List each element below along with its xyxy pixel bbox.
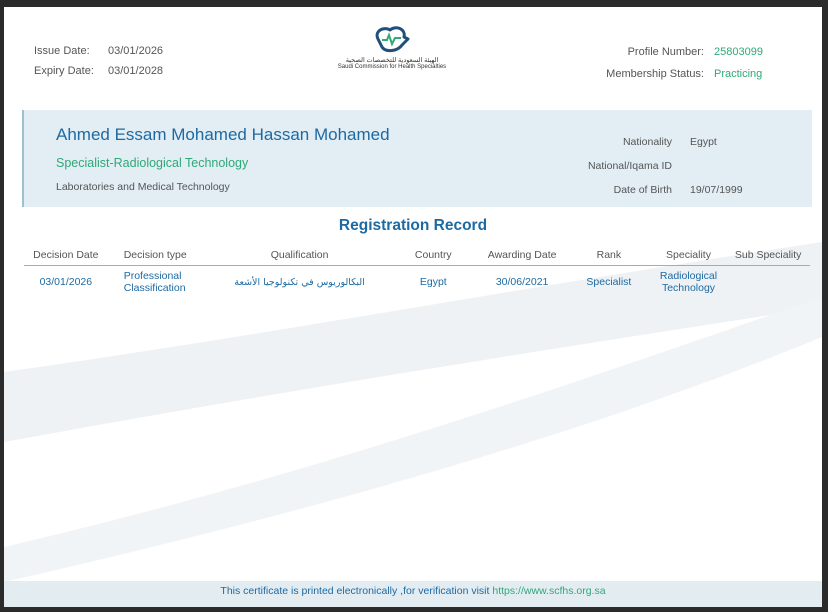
membership-status-label: Membership Status: (606, 68, 704, 80)
profile-number-value: 25803099 (714, 46, 763, 58)
table-header-row: Decision Date Decision type Qualificatio… (24, 245, 810, 266)
column-header: Qualification (209, 245, 390, 266)
personal-info: Nationality Egypt National/Iqama ID Date… (552, 130, 752, 202)
nationality-label: Nationality (622, 136, 672, 148)
country-cell: Egypt (419, 276, 447, 289)
scfhs-logo-icon (375, 26, 410, 53)
dob-label: Date of Birth (613, 184, 672, 196)
column-header: Country (389, 245, 478, 266)
holder-name: Ahmed Essam Mohamed Hassan Mohamed (56, 125, 390, 144)
profile-meta-block: Profile Number: 25803099 Membership Stat… (606, 41, 774, 85)
column-header: Sub Speciality (726, 245, 810, 266)
profile-panel: Ahmed Essam Mohamed Hassan Mohamed Speci… (22, 110, 812, 207)
logo-english-text: Saudi Commission for Health Specialties (337, 64, 447, 70)
table-row: 03/01/2026 Professional Classification ا… (24, 265, 810, 299)
column-header: Decision Date (24, 245, 108, 266)
registration-title: Registration Record (338, 217, 488, 234)
awarding-date-cell: 30/06/2021 (495, 276, 549, 289)
dob-value: 19/07/1999 (690, 184, 743, 196)
column-header: Decision type (107, 245, 210, 266)
column-header: Speciality (650, 245, 727, 266)
footer: This certificate is printed electronical… (4, 581, 822, 607)
column-header: Awarding Date (477, 245, 568, 266)
rank-cell: Specialist (586, 276, 632, 289)
logo-arabic-text: الهيئة السعودية للتخصصات الصحية (345, 57, 439, 64)
scfhs-logo: الهيئة السعودية للتخصصات الصحية Saudi Co… (327, 25, 457, 87)
speciality-cell: Radiological Technology (659, 270, 718, 295)
qualification-cell: البكالوريوس في تكنولوجيا الأشعة (234, 276, 365, 288)
holder-department: Laboratories and Medical Technology (56, 181, 230, 193)
national-id-label: National/Iqama ID (587, 160, 672, 172)
certificate-page: Issue Date: 03/01/2026 Expiry Date: 03/0… (4, 7, 822, 607)
background-wave-decoration (4, 242, 822, 582)
dates-block: Issue Date: 03/01/2026 Expiry Date: 03/0… (34, 41, 163, 81)
membership-status-value: Practicing (714, 68, 763, 80)
footer-text: This certificate is printed electronical… (220, 585, 493, 597)
nationality-value: Egypt (690, 136, 717, 148)
expiry-date-value: 03/01/2028 (108, 65, 164, 77)
profile-number-label: Profile Number: (627, 46, 704, 58)
expiry-date-label: Expiry Date: (34, 65, 94, 77)
issue-date-label: Issue Date: (34, 45, 90, 57)
issue-date-value: 03/01/2026 (108, 45, 164, 57)
registration-table: Decision Date Decision type Qualificatio… (24, 245, 810, 299)
sub-speciality-cell (726, 265, 810, 299)
decision-type-cell: Professional Classification (123, 270, 186, 295)
verification-link[interactable]: https://www.scfhs.org.sa (492, 585, 605, 597)
decision-date-cell: 03/01/2026 (39, 276, 93, 289)
column-header: Rank (567, 245, 651, 266)
holder-specialty: Specialist-Radiological Technology (56, 156, 249, 170)
